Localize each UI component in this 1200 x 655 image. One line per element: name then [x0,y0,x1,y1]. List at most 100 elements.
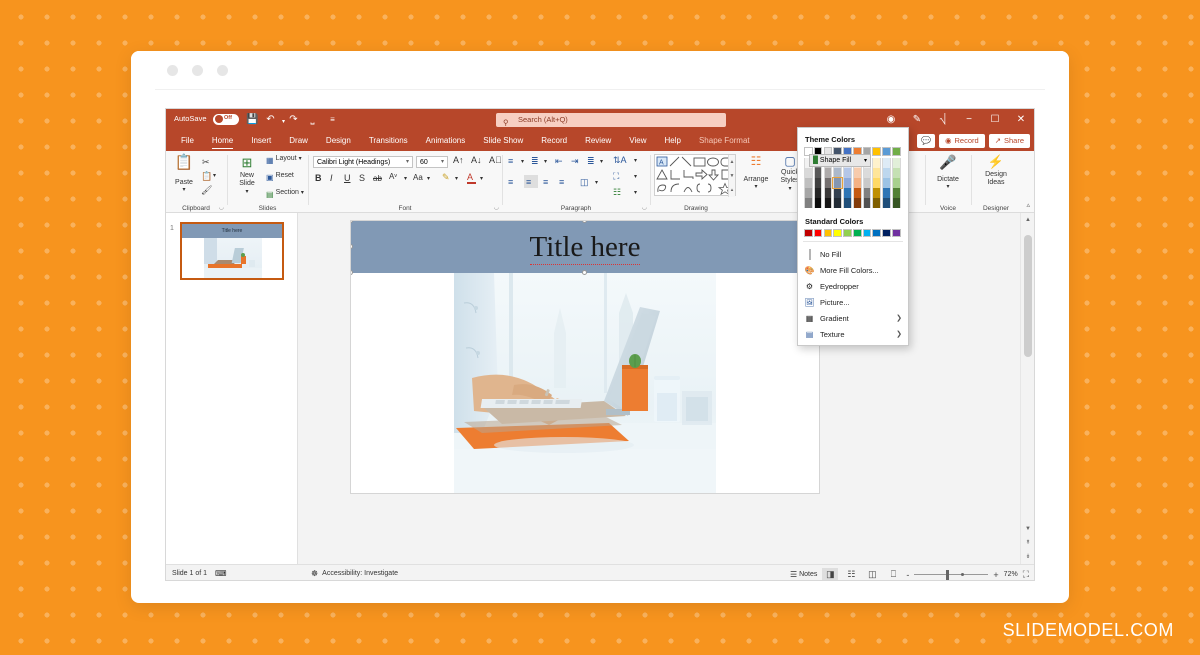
zoom-slider-knob[interactable] [946,569,950,580]
share-button[interactable]: ↗ Share [988,133,1030,148]
bullets-button[interactable]: ≡ [508,156,513,166]
theme-variant-swatch-2-4[interactable] [843,177,852,188]
change-case-button[interactable]: Aa [413,173,423,182]
new-slide-button[interactable]: ⊞ New Slide ▾ [232,156,262,195]
new-slide-dropdown-icon[interactable]: ▾ [232,188,262,195]
menu-item-texture[interactable]: ▤ Texture ❯ [798,326,908,342]
dictate-button[interactable]: 🎤 Dictate ▾ [932,155,964,190]
font-color-dropdown-icon[interactable]: ▾ [480,175,483,182]
chrome-dot-2[interactable] [192,65,203,76]
theme-variant-swatch-1-7[interactable] [872,167,882,178]
paste-dropdown-icon[interactable]: ▾ [171,186,197,193]
comment-icon[interactable]: 💬 [916,133,935,148]
paragraph-dialog-launcher[interactable]: ◡ [642,204,647,211]
selection-handle-bl[interactable] [351,270,353,275]
character-spacing-dropdown-icon[interactable]: ▾ [404,175,407,182]
font-size-dropdown-icon[interactable]: ▾ [441,157,444,168]
zoom-level[interactable]: 72% [1004,571,1018,578]
tab-home[interactable]: Home [203,131,242,151]
character-spacing-button[interactable]: Aᵛ [389,172,397,181]
paste-button[interactable]: 📋 Paste ▾ [171,155,197,193]
columns-button[interactable]: ◫ [580,177,589,188]
slideshow-view-button[interactable]: ⎕ [885,568,901,580]
font-color-button[interactable]: A [467,172,473,182]
standard-color-swatch-2[interactable] [823,228,833,238]
theme-variant-swatch-4-3[interactable] [833,197,842,208]
theme-variant-swatch-2-5[interactable] [852,177,862,188]
menu-item-no-fill[interactable]: No Fill [798,246,908,262]
theme-variant-swatch-3-8[interactable] [882,187,891,198]
clipboard-dialog-launcher[interactable]: ◡ [219,204,224,211]
tab-animations[interactable]: Animations [417,131,475,151]
increase-list-level-button[interactable]: ⇥ [571,156,579,167]
fit-to-window-icon[interactable]: ⛶ [1023,569,1029,580]
theme-color-swatch-9[interactable] [892,147,901,156]
menu-item-picture[interactable]: 🖼 Picture... [798,294,908,310]
text-highlight-dropdown-icon[interactable]: ▾ [455,175,458,182]
search-input[interactable]: ⚲ Search (Alt+Q) [496,113,726,127]
standard-color-swatch-4[interactable] [843,228,852,238]
shapes-gallery[interactable]: A ▲ ▼ ▴ [654,154,736,197]
theme-variant-swatch-4-6[interactable] [862,197,872,208]
font-dialog-launcher[interactable]: ◡ [494,204,499,211]
record-button[interactable]: ◉ Record [938,133,985,148]
tab-slide-show[interactable]: Slide Show [474,131,532,151]
arrange-button[interactable]: ☷ Arrange ▾ [741,155,771,190]
text-highlight-color-button[interactable]: ✎ [442,172,450,183]
decrease-list-level-button[interactable]: ⇤ [555,156,563,167]
align-right-button[interactable]: ≡ [543,177,548,187]
tab-file[interactable]: File [172,131,203,151]
slide-surface[interactable]: Title here [351,221,819,493]
standard-color-swatch-5[interactable] [852,228,862,238]
theme-variant-swatch-3-1[interactable] [813,187,823,198]
align-left-button[interactable]: ≡ [508,177,513,187]
theme-variant-swatch-1-6[interactable] [862,167,872,178]
theme-variant-swatch-1-8[interactable] [882,167,891,178]
convert-to-smartart-button[interactable]: ☷ [613,187,621,198]
theme-variant-swatch-2-2[interactable] [823,177,833,188]
align-text-dropdown-icon[interactable]: ▾ [634,173,637,180]
menu-item-more-fill-colors[interactable]: 🎨 More Fill Colors... [798,262,908,278]
theme-variant-swatch-3-2[interactable] [823,187,833,198]
theme-variant-swatch-selected[interactable] [832,176,843,189]
tab-insert[interactable]: Insert [242,131,280,151]
arrange-dropdown-icon[interactable]: ▾ [741,183,771,190]
slide-thumbnail-1[interactable]: Title here [180,222,284,280]
vertical-scrollbar[interactable]: ▲ ▼ ↟ ↡ [1020,213,1034,564]
justify-button[interactable]: ≡ [559,177,564,187]
ribbon-display-icon[interactable]: ⎷ [930,109,956,131]
shapes-scroll-up-icon[interactable]: ▲ [729,155,735,169]
scroll-down-icon[interactable]: ▼ [1021,522,1034,536]
collapse-ribbon-icon[interactable]: ▵ [1026,201,1030,209]
standard-color-swatch-8[interactable] [882,228,891,238]
theme-variant-swatch-0-8[interactable] [882,157,891,168]
shape-fill-dropdown-icon[interactable]: ▾ [864,155,867,167]
standard-color-swatch-7[interactable] [872,228,882,238]
copy-button[interactable]: 📋 [201,170,212,182]
previous-slide-icon[interactable]: ↟ [1021,536,1034,550]
line-spacing-dropdown-icon[interactable]: ▾ [600,158,603,165]
minimize-button[interactable]: − [956,109,982,131]
theme-variant-swatch-3-5[interactable] [852,187,862,198]
numbering-dropdown-icon[interactable]: ▾ [544,158,547,165]
tab-help[interactable]: Help [656,131,690,151]
copy-dropdown-icon[interactable]: ▾ [213,172,216,179]
slide-sorter-view-button[interactable]: ☷ [843,568,859,580]
shapes-scroll-down-icon[interactable]: ▼ [729,169,735,183]
cut-button[interactable]: ✂ [202,156,210,168]
theme-variant-swatch-0-9[interactable] [892,157,901,168]
theme-variant-swatch-2-0[interactable] [804,177,813,188]
theme-variant-swatch-3-6[interactable] [862,187,872,198]
theme-variant-swatch-4-7[interactable] [872,197,882,208]
text-direction-dropdown-icon[interactable]: ▾ [634,157,637,164]
tab-record[interactable]: Record [532,131,576,151]
columns-dropdown-icon[interactable]: ▾ [595,179,598,186]
clear-formatting-button[interactable]: A⃠ [489,155,502,165]
tab-shape-format[interactable]: Shape Format [690,131,759,151]
next-slide-icon[interactable]: ↡ [1021,550,1034,564]
theme-variant-swatch-1-9[interactable] [892,167,901,178]
tab-transitions[interactable]: Transitions [360,131,417,151]
theme-variant-swatch-1-2[interactable] [823,167,833,178]
normal-view-button[interactable]: ◨ [822,568,839,580]
menu-item-eyedropper[interactable]: ⚙ Eyedropper [798,278,908,294]
